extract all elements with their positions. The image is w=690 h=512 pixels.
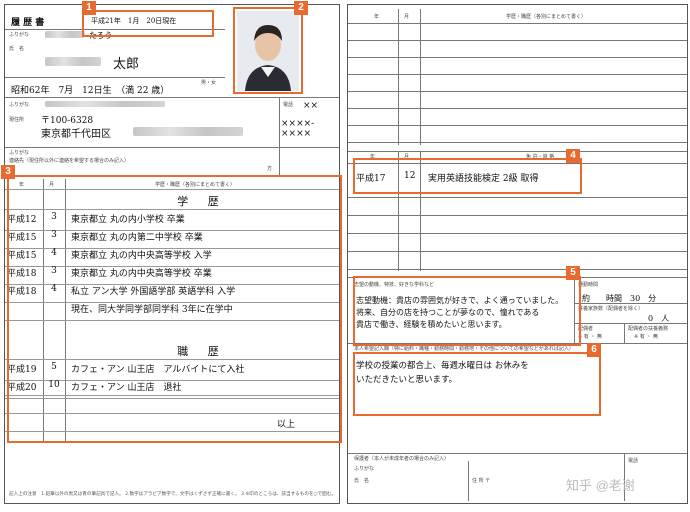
- callout-box-6: [353, 352, 601, 416]
- resume-right-page: 年 月 学歴・職歴（各別にまとめて書く） 年 月 免 許・資 格 平成17 12 実…: [347, 4, 688, 504]
- resume-title: 履 歴 書: [11, 18, 45, 28]
- r-header-year: 年: [374, 14, 380, 20]
- ruled-line: [348, 142, 687, 143]
- phone-label: 電話: [283, 102, 294, 108]
- ruled-line: [348, 233, 687, 234]
- birth-date: 昭和62年 7月 12日生 （満 22 歳）: [11, 86, 170, 96]
- callout-badge-6: 6: [587, 343, 601, 357]
- watermark: 知乎 @老谢: [566, 478, 635, 493]
- contact-label: 連絡先（現住所以外に連絡を希望する場合のみ記入）: [9, 158, 130, 164]
- callout-badge-2: 2: [294, 1, 308, 15]
- guardian-furigana: ふりがな: [354, 466, 375, 472]
- commute-label: 通勤時間: [578, 282, 599, 288]
- callout-badge-5: 5: [566, 266, 580, 280]
- callout-box-3: [7, 175, 342, 443]
- callout-box-4: [353, 158, 582, 194]
- contact-furigana-label: ふりがな: [9, 150, 30, 156]
- ruled-line: [348, 197, 687, 198]
- address-furigana-blur: [45, 101, 165, 107]
- guardian-name: 氏 名: [354, 478, 370, 484]
- request-label: 本人希望記入欄（特に給料・職種・勤務時間・勤務地・その他についての希望などがあれ…: [354, 346, 574, 352]
- ruled-line: [348, 125, 687, 126]
- furigana-blur: [45, 31, 85, 38]
- dependents-label: 扶養家族数（配偶者を除く）: [578, 306, 644, 312]
- guardian-label: 保護者（本人が未成年者の場合のみ記入）: [354, 456, 450, 462]
- furigana-label: ふりがな: [9, 32, 30, 38]
- ruled-line: [348, 23, 687, 24]
- name-value: 太郎: [113, 57, 140, 72]
- gender-options: 男・女: [201, 80, 217, 86]
- address-blur: [133, 127, 243, 136]
- callout-badge-1: 1: [82, 1, 96, 15]
- phone-value-1: ××: [303, 101, 319, 111]
- phone-value-2: ××××-××××: [281, 119, 315, 139]
- address-value: 東京都千代田区: [41, 129, 111, 140]
- footer-note: 記入上の注意 1.鉛筆以外の黒又は青の筆記具で記入。 2.数字はアラビア数字で、…: [9, 492, 335, 497]
- callout-box-1: [82, 10, 214, 37]
- callout-badge-3: 3: [1, 165, 15, 179]
- ruled-line: [348, 108, 687, 109]
- callout-box-5: [353, 276, 581, 346]
- ruled-line: [348, 251, 687, 252]
- r-header-month: 月: [404, 14, 410, 20]
- guardian-phone: 電話: [628, 458, 639, 464]
- ruled-line: [348, 91, 687, 92]
- callout-badge-4: 4: [566, 149, 580, 163]
- ruled-line: [348, 215, 687, 216]
- spouse-duty-label: 配偶者の扶養義務: [628, 326, 669, 332]
- address-label: 現住所: [9, 117, 25, 123]
- spouse-value: ※ 有 ・ 無: [578, 334, 602, 340]
- spouse-duty-value: ※ 有 ・ 無: [634, 334, 658, 340]
- r-header-content: 学歴・職歴（各別にまとめて書く）: [506, 14, 587, 20]
- name-label: 氏 名: [9, 46, 25, 52]
- contact-kata: 方: [267, 166, 273, 172]
- ruled-line: [348, 74, 687, 75]
- callout-box-2: [233, 7, 303, 94]
- ruled-line: [348, 40, 687, 41]
- ruled-line: [348, 269, 687, 270]
- guardian-address: 住 所 〒: [472, 478, 491, 484]
- address-furigana-label: ふりがな: [9, 102, 30, 108]
- name-blur: [45, 57, 101, 66]
- ruled-line: [348, 57, 687, 58]
